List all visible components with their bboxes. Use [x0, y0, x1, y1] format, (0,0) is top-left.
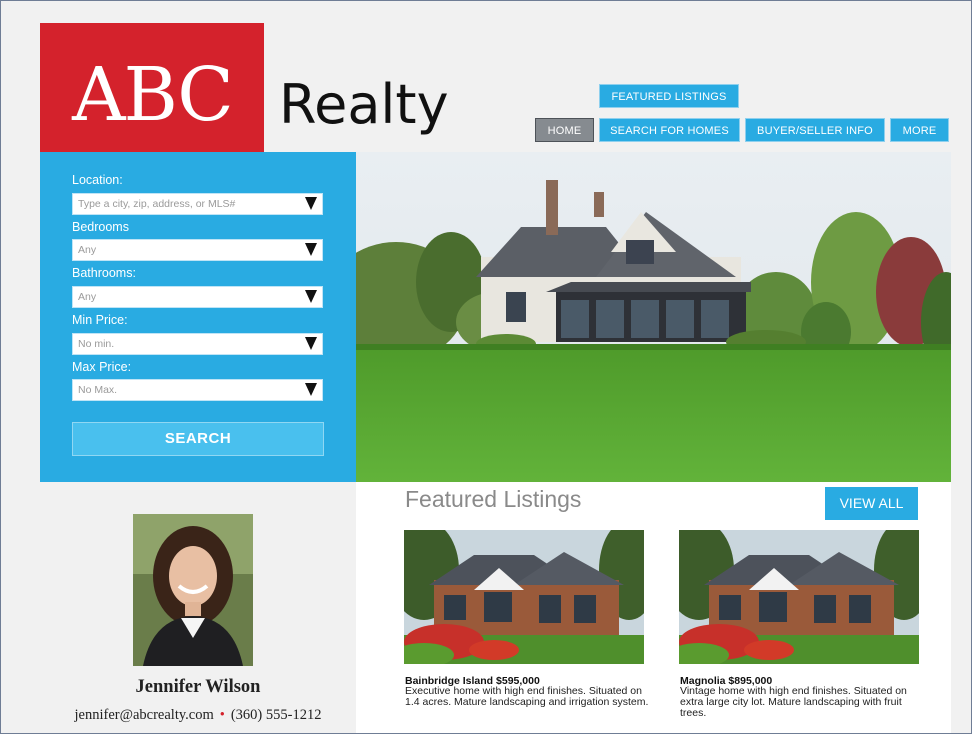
bathrooms-select[interactable]: Any: [72, 286, 323, 308]
listing-photo[interactable]: [679, 530, 919, 664]
nav-more[interactable]: MORE: [890, 118, 949, 142]
listing-house-illustration: [679, 530, 919, 664]
dropdown-arrow-icon[interactable]: [305, 337, 317, 350]
location-label: Location:: [72, 173, 123, 187]
dropdown-arrow-icon[interactable]: [305, 243, 317, 256]
location-value: Type a city, zip, address, or MLS#: [78, 198, 236, 210]
nav-search-for-homes[interactable]: SEARCH FOR HOMES: [599, 118, 740, 142]
bedrooms-label: Bedrooms: [72, 220, 129, 234]
agent-phone[interactable]: (360) 555-1212: [231, 707, 322, 723]
agent-name: Jennifer Wilson: [135, 677, 261, 697]
search-button[interactable]: SEARCH: [72, 422, 324, 456]
bathrooms-value: Any: [78, 291, 97, 303]
listing-photo[interactable]: [404, 530, 644, 664]
agent-portrait-illustration: [133, 514, 253, 666]
agent-email-link[interactable]: jennifer@abcrealty.com: [75, 707, 214, 723]
nav-buyer-seller-info[interactable]: BUYER/SELLER INFO: [745, 118, 885, 142]
max-price-value: No Max.: [78, 384, 118, 396]
view-all-button[interactable]: VIEW ALL: [825, 487, 918, 520]
nav-home[interactable]: HOME: [535, 118, 594, 142]
location-select[interactable]: Type a city, zip, address, or MLS#: [72, 193, 323, 215]
featured-listings-heading: Featured Listings: [405, 486, 582, 512]
listing-house-illustration: [404, 530, 644, 664]
logo-realty-text: Realty: [279, 73, 449, 136]
max-price-label: Max Price:: [72, 360, 132, 374]
agent-photo: [133, 514, 253, 666]
min-price-value: No min.: [78, 338, 115, 350]
dropdown-arrow-icon[interactable]: [305, 197, 317, 210]
bathrooms-label: Bathrooms:: [72, 266, 136, 280]
agent-contact: jennifer@abcrealty.com • (360) 555-1212: [40, 707, 356, 724]
logo-abc-text: ABC: [72, 52, 234, 138]
min-price-label: Min Price:: [72, 313, 128, 327]
listing-description: Executive home with high end finishes. S…: [405, 685, 649, 708]
bedrooms-select[interactable]: Any: [72, 239, 323, 261]
listing-description: Vintage home with high end finishes. Sit…: [680, 685, 907, 719]
search-panel: Location: Type a city, zip, address, or …: [40, 152, 356, 482]
bedrooms-value: Any: [78, 244, 97, 256]
min-price-select[interactable]: No min.: [72, 333, 323, 355]
dropdown-arrow-icon[interactable]: [305, 383, 317, 396]
max-price-select[interactable]: No Max.: [72, 379, 323, 401]
hero-house-illustration: [356, 152, 951, 482]
page-frame: ABC Realty FEATURED LISTINGS HOME SEARCH…: [0, 0, 972, 734]
hero-house-photo: [356, 152, 951, 482]
logo-badge[interactable]: ABC: [40, 23, 264, 152]
nav-featured-listings[interactable]: FEATURED LISTINGS: [599, 84, 739, 108]
dropdown-arrow-icon[interactable]: [305, 290, 317, 303]
bullet-separator-icon: •: [219, 707, 225, 723]
